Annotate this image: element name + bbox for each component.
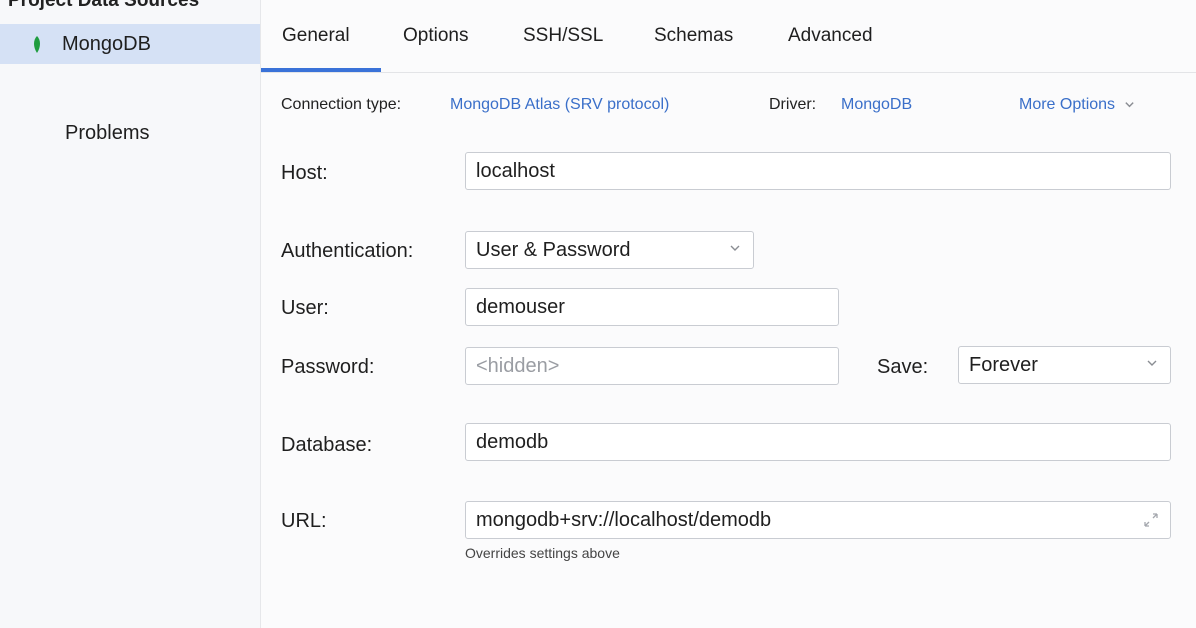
connection-type-label: Connection type: (281, 96, 402, 113)
active-tab-indicator (261, 68, 381, 72)
more-options-link[interactable]: More Options (1019, 96, 1135, 114)
driver-link[interactable]: MongoDB (841, 96, 912, 114)
url-hint: Overrides settings above (465, 545, 620, 561)
tab-bar: General Options SSH/SSL Schemas Advanced (261, 0, 1196, 73)
authentication-select[interactable]: User & Password (465, 231, 754, 269)
sidebar-item-label: MongoDB (62, 32, 151, 55)
mongodb-leaf-icon (34, 35, 40, 53)
authentication-label: Authentication: (281, 240, 414, 262)
more-options-label: More Options (1019, 96, 1116, 113)
connection-type-link[interactable]: MongoDB Atlas (SRV protocol) (450, 96, 669, 114)
main-panel: General Options SSH/SSL Schemas Advanced… (261, 0, 1196, 628)
url-input[interactable]: mongodb+srv://localhost/demodb (465, 501, 1171, 539)
url-label: URL: (281, 510, 327, 532)
database-input[interactable]: demodb (465, 423, 1171, 461)
chevron-down-icon (730, 245, 740, 251)
user-input[interactable]: demouser (465, 288, 839, 326)
tab-options[interactable]: Options (403, 25, 468, 47)
tab-schemas[interactable]: Schemas (654, 25, 733, 47)
host-input[interactable]: localhost (465, 152, 1171, 190)
password-label: Password: (281, 356, 375, 378)
driver-label: Driver: (769, 96, 817, 113)
sidebar-title: Project Data Sources (8, 0, 200, 11)
url-value: mongodb+srv://localhost/demodb (476, 508, 772, 531)
save-select[interactable]: Forever (958, 346, 1171, 384)
sidebar: Project Data Sources MongoDB Problems (0, 0, 261, 628)
host-label: Host: (281, 162, 328, 184)
tab-ssh-ssl[interactable]: SSH/SSL (523, 25, 603, 47)
save-label: Save: (877, 356, 929, 378)
password-input[interactable]: <hidden> (465, 347, 839, 385)
user-label: User: (281, 297, 329, 319)
sidebar-item-mongodb[interactable]: MongoDB (0, 24, 260, 64)
tab-general[interactable]: General (282, 25, 350, 47)
save-value: Forever (969, 353, 1038, 376)
authentication-value: User & Password (476, 238, 631, 261)
expand-icon[interactable] (1142, 511, 1160, 529)
tab-advanced[interactable]: Advanced (788, 25, 873, 47)
database-label: Database: (281, 434, 373, 456)
chevron-down-icon (1147, 360, 1157, 366)
sidebar-item-problems[interactable]: Problems (65, 122, 149, 145)
chevron-down-icon (1124, 102, 1134, 108)
